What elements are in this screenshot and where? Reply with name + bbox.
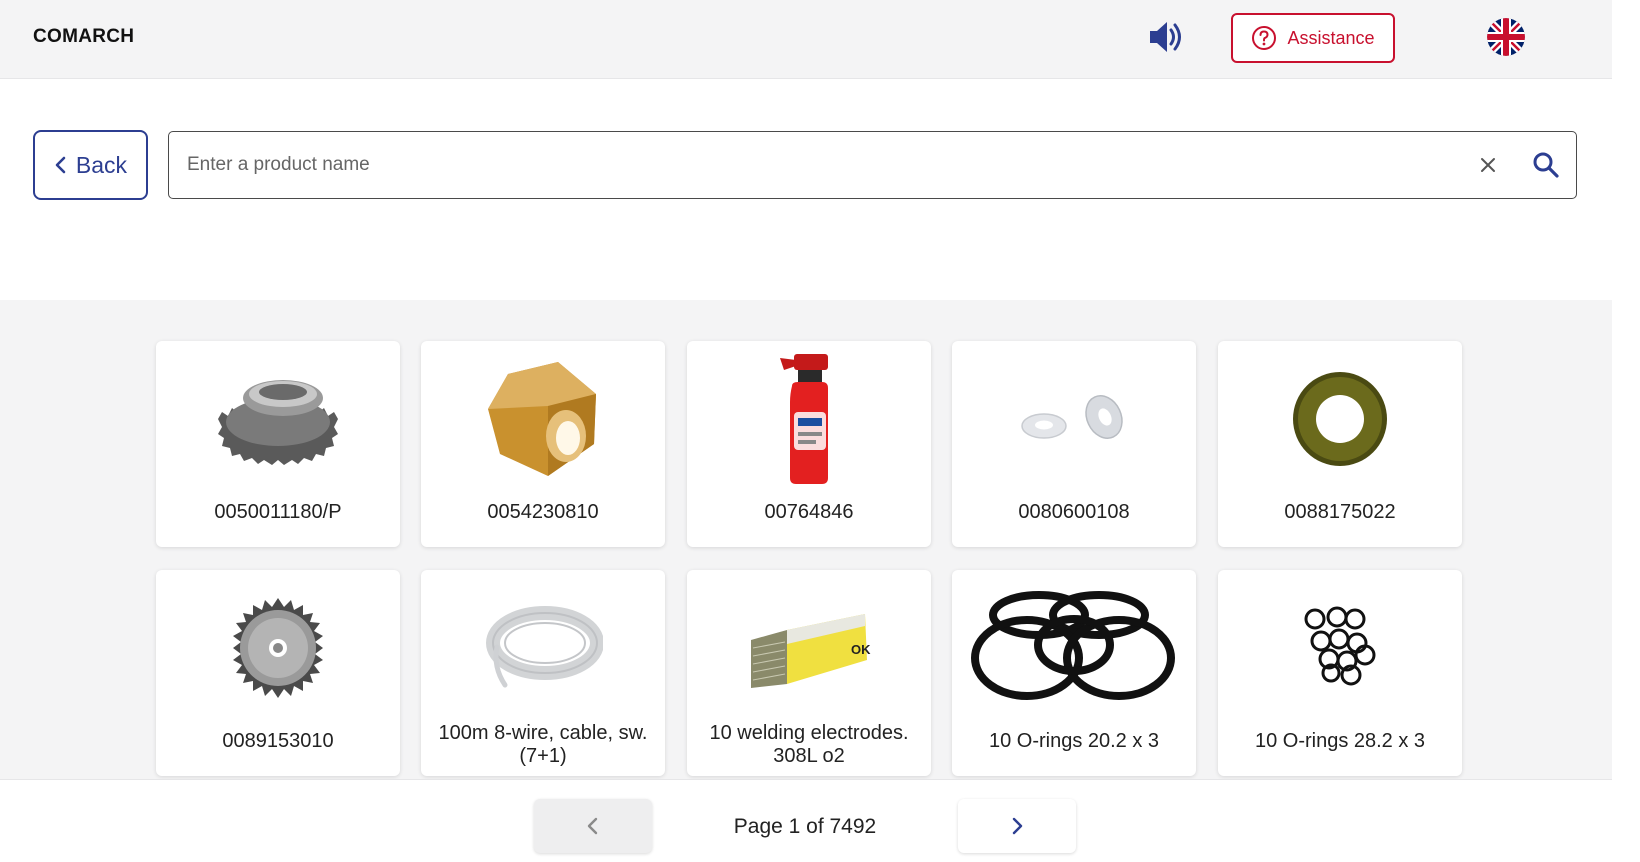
page-indicator: Page 1 of 7492 — [733, 815, 877, 838]
assistance-label: Assistance — [1287, 27, 1375, 48]
close-icon[interactable] — [1475, 152, 1501, 178]
product-card[interactable]: 0050011180/P — [156, 341, 400, 547]
product-card[interactable]: 10 O-rings 20.2 x 3 — [952, 570, 1196, 776]
product-label: 0054230810 — [487, 501, 599, 523]
product-label: 0080600108 — [1018, 501, 1130, 523]
pagination-bar: Page 1 of 7492 — [0, 779, 1612, 862]
product-card[interactable]: 0089153010 — [156, 570, 400, 776]
search-input[interactable] — [187, 132, 1407, 198]
gear-icon — [218, 380, 338, 465]
logo: COMARCH — [33, 26, 135, 47]
product-card[interactable]: OK 10 welding electrodes. 308L o2 — [687, 570, 931, 776]
product-card[interactable]: 0054230810 — [421, 341, 665, 547]
electrodes-icon: OK — [751, 614, 871, 688]
o-rings-small-icon — [1304, 606, 1376, 686]
assistance-button[interactable]: Assistance — [1231, 13, 1395, 63]
product-label: 10 O-rings 28.2 x 3 — [1254, 730, 1426, 752]
search-icon[interactable] — [1531, 150, 1561, 180]
uk-flag-icon[interactable] — [1487, 18, 1525, 56]
product-label: 0050011180/P — [214, 501, 342, 523]
previous-page-button[interactable] — [534, 799, 652, 853]
svg-text:OK: OK — [851, 642, 871, 657]
cable-coil-icon — [486, 606, 603, 688]
washers-icon — [1021, 395, 1123, 439]
product-label: 10 O-rings 20.2 x 3 — [988, 730, 1160, 752]
product-grid: 0050011180/P 0054230810 00764846 0080600… — [0, 300, 1612, 780]
brass-nut-icon — [488, 362, 596, 476]
next-page-button[interactable] — [958, 799, 1076, 853]
product-card[interactable]: 00764846 — [687, 341, 931, 547]
chevron-left-icon — [587, 817, 598, 835]
o-rings-large-icon — [971, 591, 1175, 700]
product-card[interactable]: 0080600108 — [952, 341, 1196, 547]
ring-washer-icon — [1293, 372, 1387, 466]
product-label: 100m 8-wire, cable, sw. (7+1) — [438, 722, 648, 767]
chevron-right-icon — [1012, 817, 1023, 835]
chevron-left-icon — [55, 156, 66, 174]
product-label: 0088175022 — [1284, 501, 1396, 523]
product-label: 0089153010 — [222, 730, 334, 752]
product-card[interactable]: 0088175022 — [1218, 341, 1462, 547]
product-card[interactable]: 10 O-rings 28.2 x 3 — [1218, 570, 1462, 776]
search-box — [168, 131, 1577, 199]
product-label: 00764846 — [764, 501, 854, 523]
top-bar: COMARCH Assistance — [0, 0, 1612, 79]
saw-blade-icon — [233, 598, 323, 698]
spray-bottle-icon — [780, 353, 828, 484]
back-label: Back — [75, 151, 128, 178]
help-icon — [1252, 26, 1277, 50]
back-button[interactable]: Back — [33, 130, 148, 200]
product-label: 10 welding electrodes. 308L o2 — [709, 722, 909, 767]
product-card[interactable]: 100m 8-wire, cable, sw. (7+1) — [421, 570, 665, 776]
speaker-icon[interactable] — [1146, 18, 1186, 56]
